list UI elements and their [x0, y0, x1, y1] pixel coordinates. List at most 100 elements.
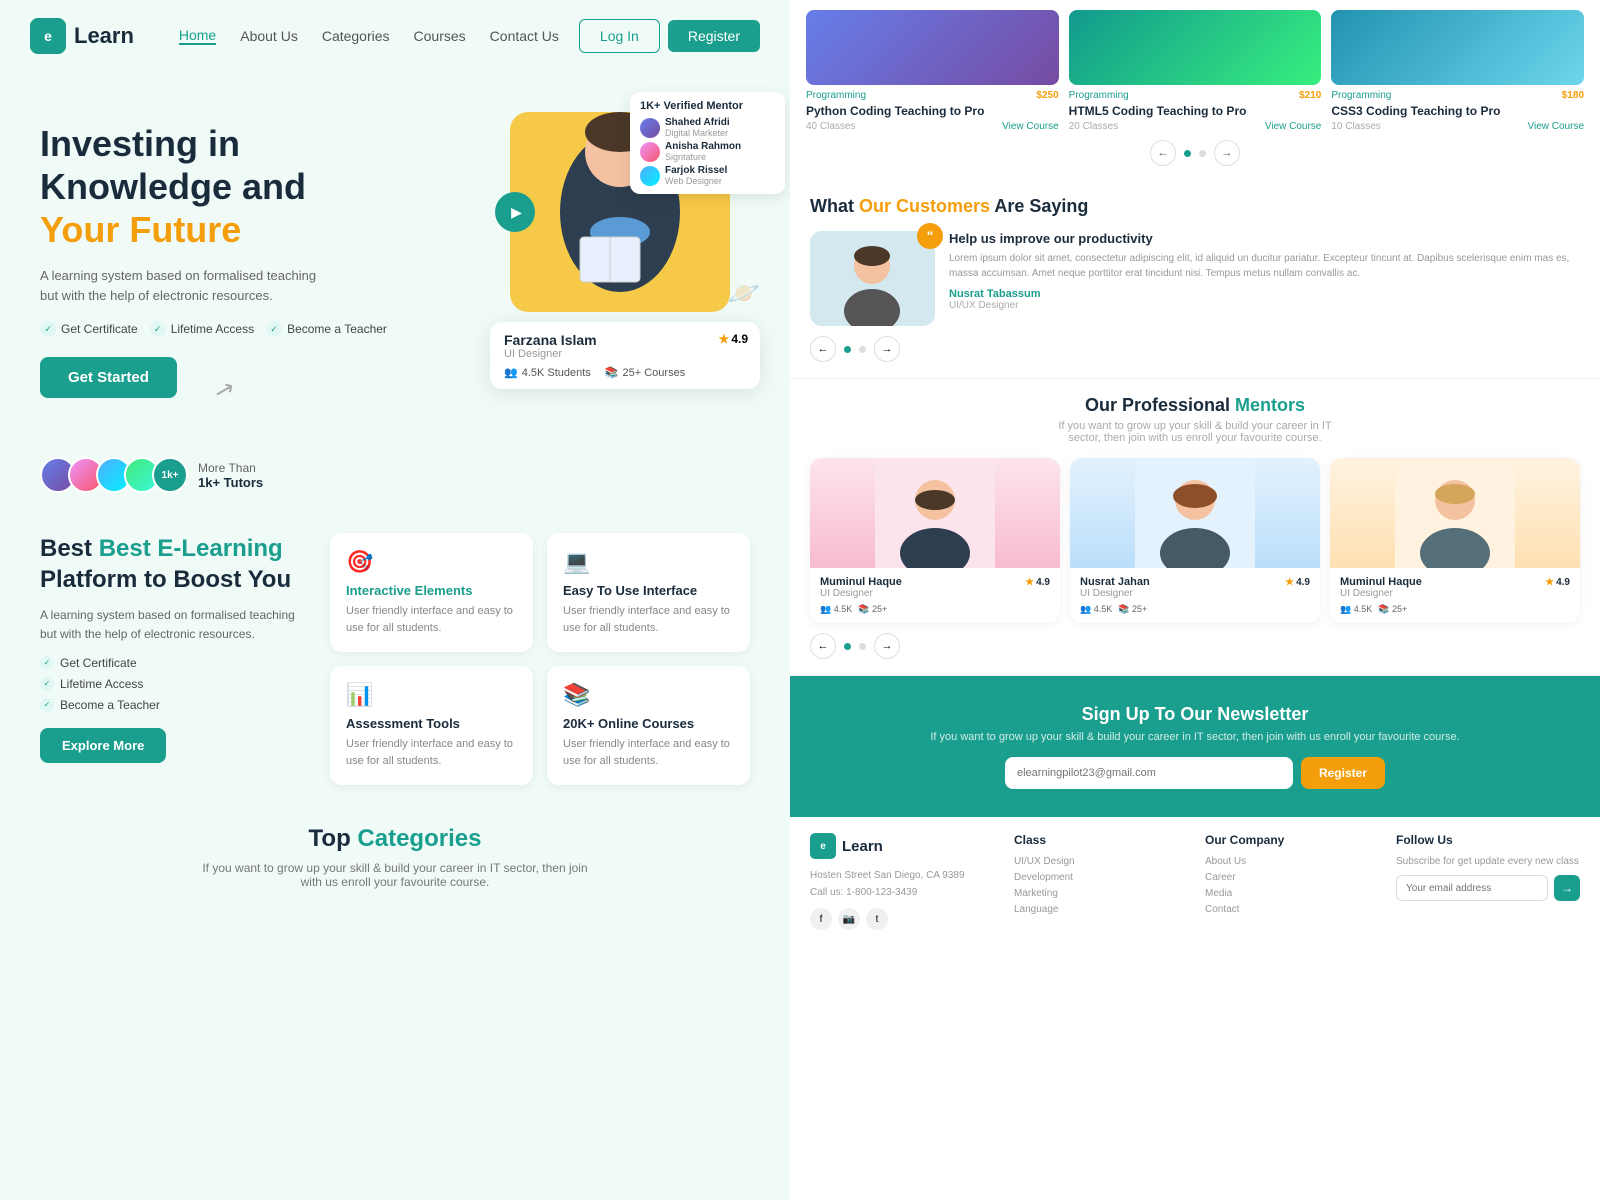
mentors-section: Our Professional Mentors If you want to …	[790, 379, 1600, 676]
testimonial-next-arrow[interactable]: →	[874, 336, 900, 362]
mentor-rating-2: ★4.9	[1285, 577, 1310, 588]
newsletter-desc: If you want to grow up your skill & buil…	[810, 731, 1580, 743]
footer-email-submit[interactable]: →	[1554, 875, 1580, 901]
students-stat: 👥 4.5K Students	[504, 366, 591, 379]
footer-link-marketing[interactable]: Marketing	[1014, 888, 1191, 899]
nav-home[interactable]: Home	[179, 27, 216, 45]
course-link-2[interactable]: View Course	[1265, 121, 1322, 132]
feature-access: ✓ Lifetime Access	[150, 321, 254, 337]
course-classes-3: 10 Classes	[1331, 121, 1380, 132]
verified-badge: 1K+ Verified Mentor Shahed Afridi Digita…	[630, 92, 785, 194]
course-classes-1: 40 Classes	[806, 121, 855, 132]
courses-stat: 📚 25+ Courses	[605, 366, 685, 379]
feature-card-4: 📚 20K+ Online Courses User friendly inte…	[547, 666, 750, 785]
footer-link-contact[interactable]: Contact	[1205, 904, 1382, 915]
students-icon: 👥	[504, 366, 518, 379]
carousel-prev-arrow[interactable]: ←	[1150, 140, 1176, 166]
newsletter-register-button[interactable]: Register	[1301, 757, 1385, 789]
footer-link-media[interactable]: Media	[1205, 888, 1382, 899]
mentors-prev-arrow[interactable]: ←	[810, 633, 836, 659]
footer-link-language[interactable]: Language	[1014, 904, 1191, 915]
mentor-avatar-sm-3	[640, 166, 660, 186]
mentor-rating-1: ★4.9	[1025, 577, 1050, 588]
mentor-card-image-2	[1070, 458, 1320, 568]
footer-address: Hosten Street San Diego, CA 9389 Call us…	[810, 867, 1000, 901]
footer-link-dev[interactable]: Development	[1014, 872, 1191, 883]
check-circle-3: ✓	[40, 698, 54, 712]
footer-link-career[interactable]: Career	[1205, 872, 1382, 883]
courses-carousel-nav: ← →	[806, 132, 1584, 174]
logo-text: Learn	[74, 23, 134, 49]
hero-right: 🏆	[480, 102, 760, 389]
nav-categories[interactable]: Categories	[322, 28, 390, 44]
nav-links: Home About Us Categories Courses Contact…	[179, 27, 559, 45]
mentors-dot-1	[859, 643, 866, 650]
footer-email-input[interactable]	[1396, 875, 1548, 901]
course-link-3[interactable]: View Course	[1528, 121, 1585, 132]
testimonial-author: Nusrat Tabassum	[949, 288, 1580, 300]
footer: e Learn Hosten Street San Diego, CA 9389…	[790, 817, 1600, 946]
categories-desc: If you want to grow up your skill & buil…	[195, 861, 595, 889]
mentor-name-1: Muminul Haque	[820, 576, 902, 588]
course-card-1: Programming $250 Python Coding Teaching …	[806, 10, 1059, 132]
newsletter-form: Register	[1005, 757, 1385, 789]
carousel-dot-1	[1199, 150, 1206, 157]
mentor-card-2: Nusrat Jahan ★4.9 UI Designer 👥 4.5K 📚 2…	[1070, 458, 1320, 623]
feature-icon-2: 💻	[563, 549, 734, 575]
nav-about[interactable]: About Us	[240, 28, 298, 44]
newsletter-input[interactable]	[1005, 757, 1293, 789]
footer-company-title: Our Company	[1205, 833, 1382, 847]
twitter-icon[interactable]: t	[866, 908, 888, 930]
course-name-2: HTML5 Coding Teaching to Pro	[1069, 104, 1322, 118]
categories-section: Top Categories If you want to grow up yo…	[0, 805, 790, 919]
feature-card-3: 📊 Assessment Tools User friendly interfa…	[330, 666, 533, 785]
mentor-courses-3: 📚 25+	[1378, 604, 1407, 615]
mentor-students-2: 👥 4.5K	[1080, 604, 1112, 615]
mentor-title-1: UI Designer	[820, 588, 1050, 599]
mentor-list-item-1: Shahed Afridi Digital Marketer	[640, 117, 775, 138]
footer-link-uiux[interactable]: UI/UX Design	[1014, 856, 1191, 867]
categories-title: Top Categories	[40, 825, 750, 853]
testimonial-prev-arrow[interactable]: ←	[810, 336, 836, 362]
testimonial-text: Lorem ipsum dolor sit amet, consectetur …	[949, 251, 1580, 281]
yellow-card: ▶ 1K+ Verified Mentor Shahed Afridi Digi…	[510, 112, 730, 312]
course-link-1[interactable]: View Course	[1002, 121, 1059, 132]
facebook-icon[interactable]: f	[810, 908, 832, 930]
footer-email-row: →	[1396, 875, 1580, 901]
explore-more-button[interactable]: Explore More	[40, 728, 166, 763]
hero-section: Investing in Knowledge and Your Future A…	[0, 72, 790, 513]
footer-link-about[interactable]: About Us	[1205, 856, 1382, 867]
course-classes-2: 20 Classes	[1069, 121, 1118, 132]
logo[interactable]: e Learn	[30, 18, 134, 54]
social-icons: f 📷 t	[810, 908, 1000, 930]
feature-card-title-4: 20K+ Online Courses	[563, 716, 734, 731]
right-panel: Programming $250 Python Coding Teaching …	[790, 0, 1600, 1200]
mentor-list-item-2: Anisha Rahmon Signtature	[640, 141, 775, 162]
course-image-1	[806, 10, 1059, 85]
mentor-card-image-3	[1330, 458, 1580, 568]
mentor-students-3: 👥 4.5K	[1340, 604, 1372, 615]
mentor-card-image-1	[810, 458, 1060, 568]
course-image-2	[1069, 10, 1322, 85]
nav-contact[interactable]: Contact Us	[490, 28, 559, 44]
play-button[interactable]: ▶	[495, 192, 535, 232]
logo-icon: e	[30, 18, 66, 54]
profile-rating: ★ 4.9	[719, 332, 748, 346]
mentor-courses-1: 📚 25+	[858, 604, 887, 615]
check-icon-3: ✓	[266, 321, 282, 337]
carousel-next-arrow[interactable]: →	[1214, 140, 1240, 166]
login-button[interactable]: Log In	[579, 19, 660, 53]
testimonial-person-svg	[810, 231, 935, 326]
nav-courses[interactable]: Courses	[414, 28, 466, 44]
hero-title-highlight: Your Future	[40, 209, 241, 250]
course-name-1: Python Coding Teaching to Pro	[806, 104, 1059, 118]
mentors-carousel-nav: ← →	[810, 633, 1580, 659]
mentors-next-arrow[interactable]: →	[874, 633, 900, 659]
hero-features: ✓ Get Certificate ✓ Lifetime Access ✓ Be…	[40, 321, 480, 337]
testimonials-heading: What Our Customers Are Saying	[810, 196, 1580, 217]
instagram-icon[interactable]: 📷	[838, 908, 860, 930]
mentor-hero-card: ▶ 1K+ Verified Mentor Shahed Afridi Digi…	[480, 112, 760, 389]
register-button[interactable]: Register	[668, 20, 760, 52]
get-started-button[interactable]: Get Started	[40, 357, 177, 398]
star-icon: ★	[719, 332, 730, 346]
